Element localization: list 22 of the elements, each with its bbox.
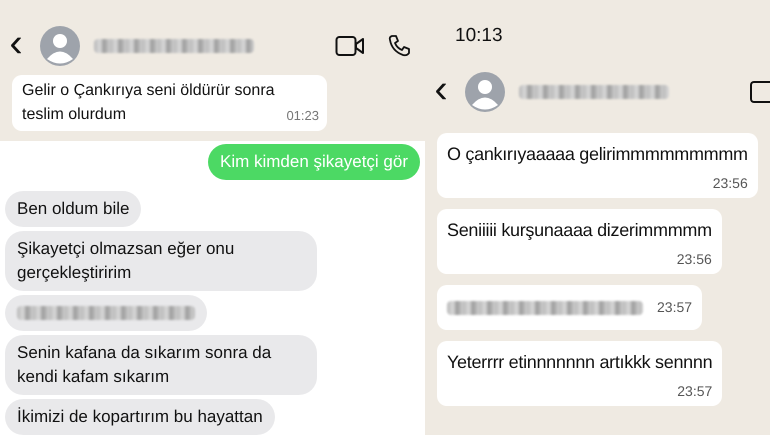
video-call-icon[interactable]	[335, 35, 365, 57]
message-text: Yeterrrr etinnnnnnn artıkkk sennnn	[447, 351, 712, 374]
message-time: 23:57	[677, 382, 712, 401]
message-text: Senin kafana da sıkarım sonra da kendi kafam sıkarım	[17, 342, 272, 388]
message-text: O çankırıyaaaaa gelirimmmmmmmmm	[447, 143, 748, 166]
video-call-icon[interactable]	[750, 81, 770, 103]
message-text: Kim kimden şikayetçi gör	[220, 151, 408, 173]
back-button[interactable]: ‹	[6, 23, 26, 69]
message-text: Şikayetçi olmazsan eğer onu gerçekleştiririm	[17, 238, 236, 284]
message-text: Gelir o Çankırıya seni öldürür sonra teslim olurdum	[22, 81, 276, 125]
avatar-icon	[40, 26, 80, 66]
avatar-icon	[465, 72, 505, 112]
message-time: 23:56	[712, 174, 748, 193]
message-text: Seniiiii kurşunaaaa dizerimmmmm	[447, 219, 712, 242]
message-time: 23:57	[657, 298, 692, 317]
status-time: 10:13	[455, 24, 504, 48]
back-button[interactable]: ‹	[431, 69, 451, 115]
message-text: İkimizi de kopartırım bu hayattan	[17, 406, 263, 428]
message-time: 23:56	[676, 250, 712, 269]
message-text: Ben oldum bile	[17, 198, 130, 220]
phone-icon[interactable]	[387, 34, 411, 58]
message-time: 01:23	[286, 106, 319, 124]
